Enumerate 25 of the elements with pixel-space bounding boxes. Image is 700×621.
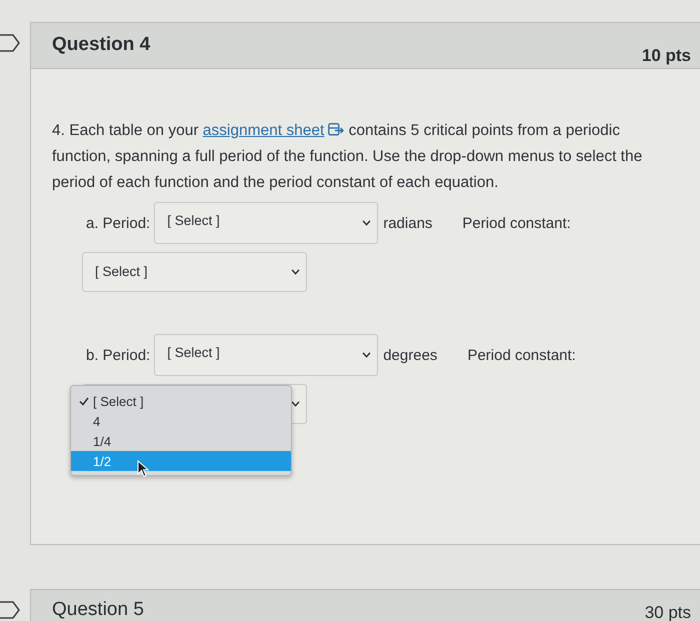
tag-icon[interactable] — [0, 34, 20, 52]
period-constant-label: Period constant: — [462, 214, 571, 232]
period-dropdown[interactable]: [ Select ] — [154, 202, 378, 244]
period-dropdown[interactable]: [ Select ] — [154, 334, 378, 376]
question-points: 10 pts — [642, 46, 691, 66]
chevron-down-icon — [362, 352, 372, 358]
external-link-icon — [328, 123, 344, 136]
mouse-pointer-icon — [137, 460, 149, 478]
period-constant-label: Period constant: — [467, 346, 576, 364]
dropdown-option[interactable]: 1/4 — [71, 431, 291, 451]
chevron-down-icon — [362, 220, 372, 226]
tag-icon[interactable] — [0, 601, 20, 619]
question-text: 4. Each table on your assignment sheet contains 5 critical points from a periodic function, spanning a full period of the function. Use the drop-down menus to select the period of each function and the period constant of each equation. — [52, 121, 644, 193]
period-constant-dropdown[interactable]: [ Select ] — [82, 252, 307, 292]
chevron-down-icon — [291, 269, 300, 275]
question-title: Question 5 — [52, 599, 144, 621]
unit-label: radians — [383, 214, 432, 232]
unit-label: degrees — [383, 346, 438, 364]
dropdown-option[interactable]: [ Select ] — [71, 391, 291, 411]
dropdown-option[interactable]: 4 — [71, 411, 291, 431]
chevron-down-icon — [291, 401, 300, 407]
part-label: a. Period: — [86, 214, 150, 232]
assignment-sheet-link[interactable]: assignment sheet — [202, 122, 344, 139]
question-title: Question 4 — [52, 34, 150, 56]
part-label: b. Period: — [86, 346, 150, 364]
